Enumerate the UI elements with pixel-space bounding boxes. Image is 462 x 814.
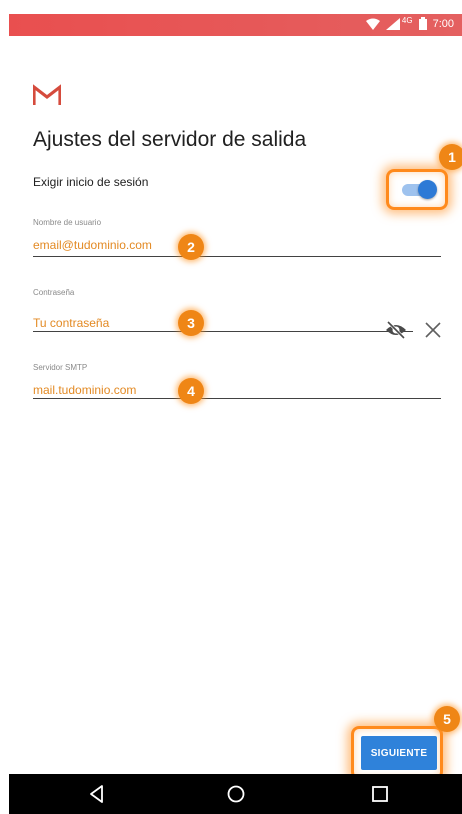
clear-icon[interactable]	[423, 320, 443, 340]
status-bar: 4G 7:00	[9, 14, 462, 36]
next-button-wrapper: SIGUIENTE	[351, 726, 443, 780]
require-login-label: Exigir inicio de sesión	[33, 175, 149, 189]
step-badge-2: 2	[178, 234, 204, 260]
battery-icon	[418, 17, 427, 30]
step-badge-3: 3	[178, 310, 204, 336]
password-underline	[33, 331, 413, 332]
network-type-label: 4G	[401, 16, 413, 25]
step-badge-1: 1	[439, 144, 462, 170]
screen: 4G 7:00 Ajustes del servidor de salida E…	[9, 14, 462, 814]
page-title: Ajustes del servidor de salida	[33, 128, 307, 151]
back-icon[interactable]	[85, 782, 109, 806]
smtp-server-field[interactable]: Servidor SMTP mail.tudominio.com	[33, 363, 441, 403]
smtp-server-underline	[33, 398, 441, 399]
smtp-server-label: Servidor SMTP	[33, 363, 88, 372]
next-button[interactable]: SIGUIENTE	[361, 736, 437, 770]
visibility-off-icon[interactable]	[385, 321, 407, 339]
username-label: Nombre de usuario	[33, 218, 102, 227]
step-badge-5: 5	[434, 706, 460, 732]
navigation-bar	[9, 774, 462, 814]
gmail-m-icon	[33, 84, 61, 105]
smtp-server-value: mail.tudominio.com	[33, 383, 137, 397]
username-field[interactable]: Nombre de usuario email@tudominio.com	[33, 218, 441, 258]
wifi-icon	[365, 18, 380, 30]
signal-icon	[385, 17, 400, 30]
password-value: Tu contraseña	[33, 316, 110, 330]
require-login-toggle[interactable]	[386, 169, 448, 210]
home-icon[interactable]	[224, 782, 248, 806]
step-badge-4: 4	[178, 378, 204, 404]
clock: 7:00	[432, 17, 454, 30]
username-value: email@tudominio.com	[33, 238, 152, 252]
username-underline	[33, 256, 441, 257]
toggle-thumb	[418, 180, 437, 199]
password-field[interactable]: Contraseña Tu contraseña	[33, 288, 413, 333]
password-label: Contraseña	[33, 288, 75, 297]
recents-icon[interactable]	[368, 782, 392, 806]
